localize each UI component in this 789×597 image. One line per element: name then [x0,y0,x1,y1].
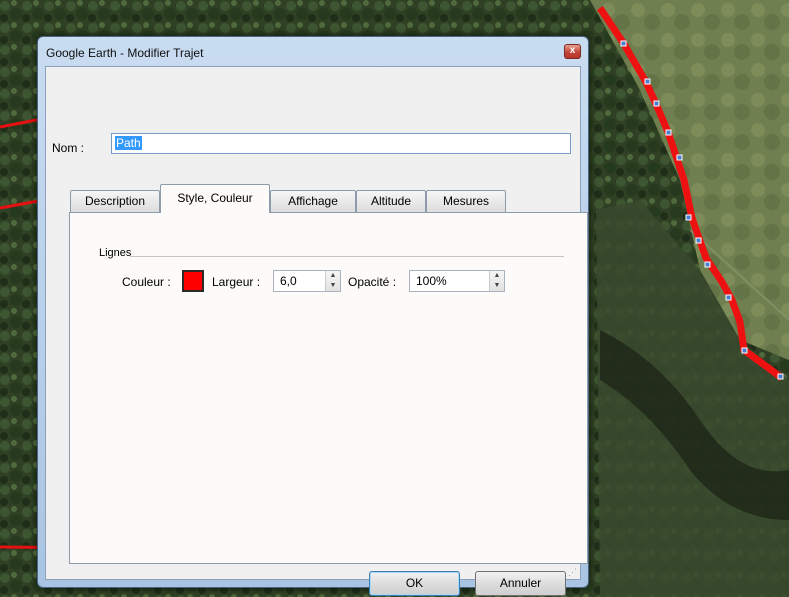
lines-group-label: Lignes [99,247,132,259]
group-divider [130,256,564,257]
tab-altitude[interactable]: Altitude [356,190,426,212]
width-label: Largeur : [212,275,261,289]
spin-down-icon[interactable]: ▼ [490,281,504,291]
tab-measures[interactable]: Mesures [426,190,506,212]
tab-display[interactable]: Affichage [270,190,356,212]
spin-down-icon[interactable]: ▼ [326,281,340,291]
width-spin-arrows[interactable]: ▲ ▼ [325,271,340,291]
tab-style-color[interactable]: Style, Couleur [160,184,270,213]
width-spinner[interactable]: 6,0 ▲ ▼ [273,270,341,292]
window-title: Google Earth - Modifier Trajet [46,46,204,60]
name-input[interactable]: Path [111,133,571,154]
opacity-spin-arrows[interactable]: ▲ ▼ [489,271,504,291]
ok-button[interactable]: OK [369,571,460,596]
spin-up-icon[interactable]: ▲ [326,271,340,281]
width-value: 6,0 [280,274,297,288]
cancel-button[interactable]: Annuler [475,571,566,596]
resize-grip-icon[interactable]: ⋰ [568,567,578,577]
tab-description[interactable]: Description [70,190,160,212]
edit-path-dialog: Google Earth - Modifier Trajet x Nom : P… [37,36,589,596]
opacity-label: Opacité : [348,275,397,289]
title-bar[interactable]: Google Earth - Modifier Trajet x [38,37,588,67]
spin-up-icon[interactable]: ▲ [490,271,504,281]
style-panel: Lignes Couleur : Largeur : 6,0 ▲ ▼ Opaci… [69,212,588,564]
name-label: Nom : [52,141,85,155]
name-input-value: Path [115,136,142,150]
close-icon[interactable]: x [564,44,581,59]
color-label: Couleur : [122,275,171,289]
line-color-swatch[interactable] [182,270,204,292]
opacity-value: 100% [416,274,447,288]
opacity-spinner[interactable]: 100% ▲ ▼ [409,270,505,292]
dialog-client-area: Nom : Path Description Style, Couleur Af… [45,66,588,596]
